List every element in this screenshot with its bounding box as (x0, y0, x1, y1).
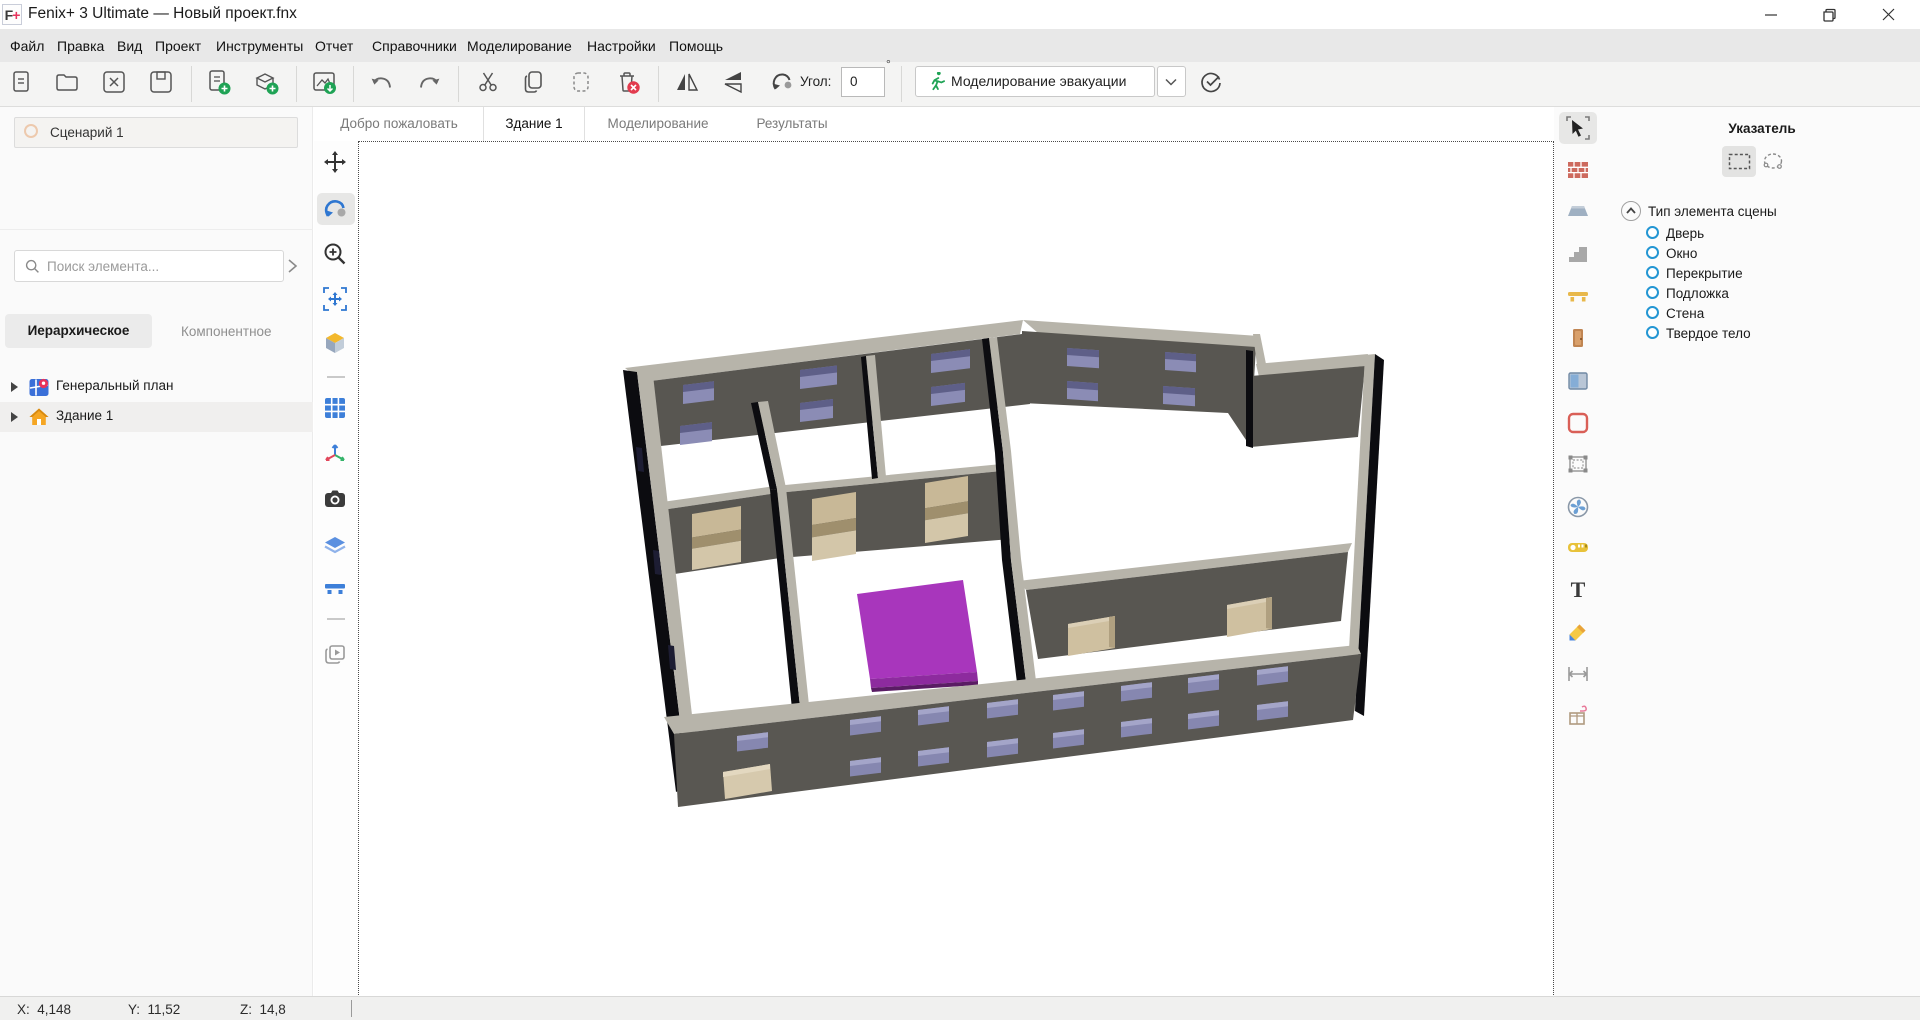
svg-text:T: T (1571, 578, 1586, 602)
